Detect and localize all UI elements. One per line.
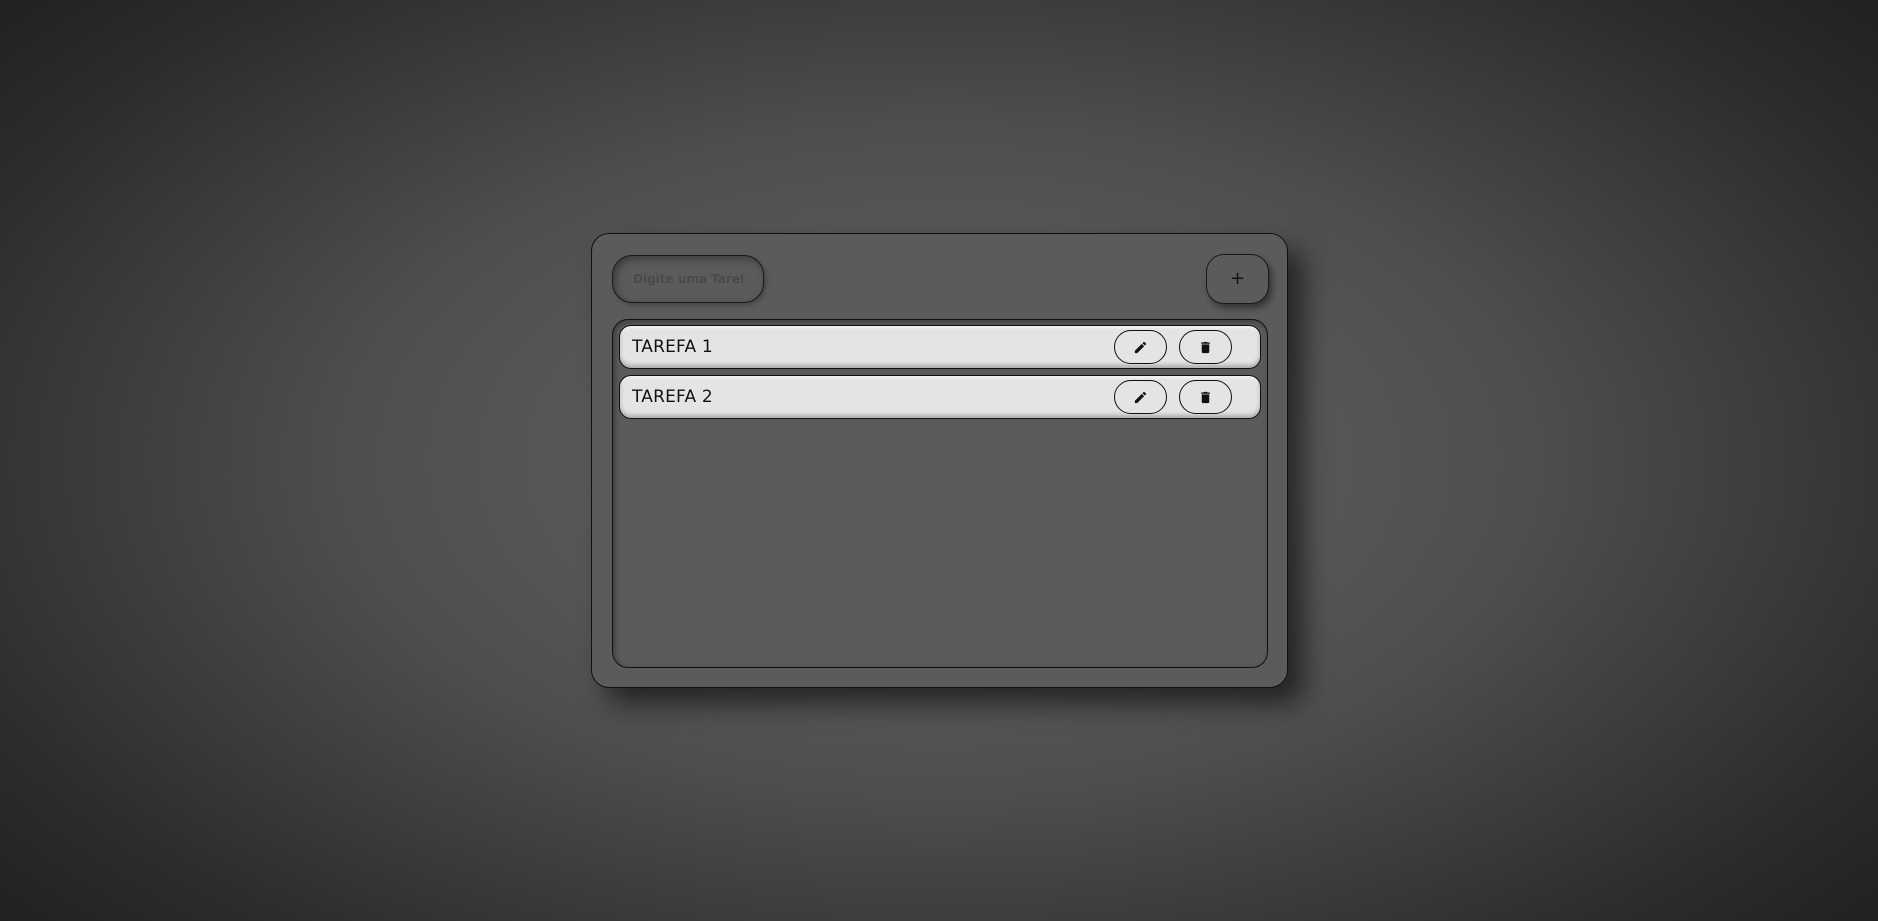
trash-icon [1201, 341, 1210, 353]
task-item: TAREFA 2 [619, 375, 1261, 419]
delete-task-button[interactable] [1179, 380, 1232, 414]
delete-task-button[interactable] [1179, 330, 1232, 364]
pencil-icon [1134, 341, 1147, 353]
pencil-icon [1134, 391, 1147, 403]
task-item: TAREFA 1 [619, 325, 1261, 369]
task-input[interactable] [612, 255, 764, 303]
task-label: TAREFA 1 [632, 337, 713, 357]
task-label: TAREFA 2 [632, 387, 713, 407]
add-task-button[interactable]: + [1206, 254, 1269, 304]
edit-task-button[interactable] [1114, 380, 1167, 414]
task-list: TAREFA 1 TAREFA 2 [612, 319, 1268, 668]
todo-card: + TAREFA 1 TAREFA 2 [591, 233, 1288, 688]
trash-icon [1201, 391, 1210, 403]
edit-task-button[interactable] [1114, 330, 1167, 364]
